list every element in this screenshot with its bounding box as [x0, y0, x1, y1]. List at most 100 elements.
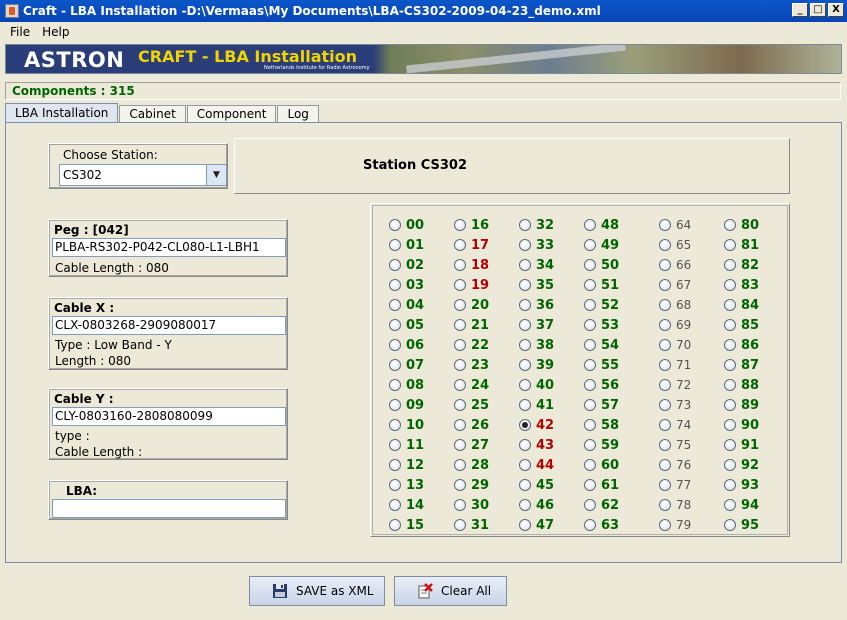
antenna-radio[interactable]	[389, 479, 401, 491]
antenna-radio[interactable]	[659, 299, 671, 311]
close-button[interactable]: X	[828, 3, 844, 17]
antenna-radio[interactable]	[584, 259, 596, 271]
antenna-option-81[interactable]: 81	[724, 235, 759, 255]
antenna-radio[interactable]	[659, 339, 671, 351]
antenna-radio[interactable]	[389, 439, 401, 451]
antenna-radio[interactable]	[389, 259, 401, 271]
antenna-radio[interactable]	[584, 219, 596, 231]
antenna-option-78[interactable]: 78	[659, 495, 691, 515]
antenna-option-87[interactable]: 87	[724, 355, 759, 375]
antenna-option-24[interactable]: 24	[454, 375, 489, 395]
antenna-radio[interactable]	[454, 419, 466, 431]
antenna-option-74[interactable]: 74	[659, 415, 691, 435]
antenna-option-90[interactable]: 90	[724, 415, 759, 435]
antenna-radio[interactable]	[584, 379, 596, 391]
antenna-radio[interactable]	[454, 319, 466, 331]
antenna-radio[interactable]	[584, 519, 596, 531]
antenna-radio[interactable]	[389, 499, 401, 511]
antenna-option-52[interactable]: 52	[584, 295, 619, 315]
antenna-option-73[interactable]: 73	[659, 395, 691, 415]
antenna-radio[interactable]	[724, 359, 736, 371]
antenna-option-93[interactable]: 93	[724, 475, 759, 495]
antenna-radio[interactable]	[724, 419, 736, 431]
antenna-radio[interactable]	[519, 419, 531, 431]
antenna-option-38[interactable]: 38	[519, 335, 554, 355]
antenna-option-03[interactable]: 03	[389, 275, 424, 295]
chevron-down-icon[interactable]: ▼	[206, 165, 226, 185]
antenna-option-00[interactable]: 00	[389, 215, 424, 235]
antenna-radio[interactable]	[519, 219, 531, 231]
antenna-radio[interactable]	[454, 519, 466, 531]
antenna-radio[interactable]	[659, 259, 671, 271]
antenna-radio[interactable]	[659, 399, 671, 411]
antenna-radio[interactable]	[454, 479, 466, 491]
antenna-option-02[interactable]: 02	[389, 255, 424, 275]
antenna-option-91[interactable]: 91	[724, 435, 759, 455]
clear-all-button[interactable]: Clear All	[394, 576, 507, 606]
antenna-radio[interactable]	[454, 379, 466, 391]
antenna-radio[interactable]	[454, 399, 466, 411]
antenna-radio[interactable]	[659, 219, 671, 231]
antenna-option-66[interactable]: 66	[659, 255, 691, 275]
antenna-radio[interactable]	[659, 379, 671, 391]
antenna-radio[interactable]	[389, 319, 401, 331]
antenna-radio[interactable]	[659, 359, 671, 371]
menu-help[interactable]: Help	[36, 25, 75, 39]
antenna-option-65[interactable]: 65	[659, 235, 691, 255]
antenna-option-75[interactable]: 75	[659, 435, 691, 455]
antenna-option-53[interactable]: 53	[584, 315, 619, 335]
antenna-option-49[interactable]: 49	[584, 235, 619, 255]
antenna-option-92[interactable]: 92	[724, 455, 759, 475]
antenna-option-48[interactable]: 48	[584, 215, 619, 235]
antenna-option-94[interactable]: 94	[724, 495, 759, 515]
antenna-radio[interactable]	[454, 279, 466, 291]
antenna-option-39[interactable]: 39	[519, 355, 554, 375]
antenna-option-34[interactable]: 34	[519, 255, 554, 275]
tab-lba-installation[interactable]: LBA Installation	[5, 103, 119, 123]
antenna-option-21[interactable]: 21	[454, 315, 489, 335]
antenna-radio[interactable]	[454, 459, 466, 471]
menu-file[interactable]: File	[4, 25, 36, 39]
antenna-radio[interactable]	[454, 359, 466, 371]
antenna-radio[interactable]	[724, 479, 736, 491]
antenna-option-13[interactable]: 13	[389, 475, 424, 495]
antenna-radio[interactable]	[724, 339, 736, 351]
antenna-option-55[interactable]: 55	[584, 355, 619, 375]
antenna-radio[interactable]	[584, 459, 596, 471]
antenna-radio[interactable]	[659, 319, 671, 331]
antenna-option-69[interactable]: 69	[659, 315, 691, 335]
antenna-option-64[interactable]: 64	[659, 215, 691, 235]
peg-field[interactable]: PLBA-RS302-P042-CL080-L1-LBH1	[52, 238, 286, 257]
antenna-option-80[interactable]: 80	[724, 215, 759, 235]
antenna-option-27[interactable]: 27	[454, 435, 489, 455]
save-xml-button[interactable]: SAVE as XML	[249, 576, 385, 606]
antenna-radio[interactable]	[519, 499, 531, 511]
antenna-radio[interactable]	[389, 239, 401, 251]
antenna-option-71[interactable]: 71	[659, 355, 691, 375]
antenna-option-30[interactable]: 30	[454, 495, 489, 515]
antenna-radio[interactable]	[724, 319, 736, 331]
antenna-radio[interactable]	[454, 219, 466, 231]
antenna-radio[interactable]	[519, 319, 531, 331]
antenna-radio[interactable]	[724, 459, 736, 471]
antenna-option-16[interactable]: 16	[454, 215, 489, 235]
antenna-option-06[interactable]: 06	[389, 335, 424, 355]
antenna-option-89[interactable]: 89	[724, 395, 759, 415]
antenna-option-14[interactable]: 14	[389, 495, 424, 515]
antenna-radio[interactable]	[659, 459, 671, 471]
antenna-option-84[interactable]: 84	[724, 295, 759, 315]
tab-component[interactable]: Component	[186, 105, 277, 123]
antenna-radio[interactable]	[389, 379, 401, 391]
antenna-radio[interactable]	[659, 439, 671, 451]
antenna-radio[interactable]	[389, 279, 401, 291]
antenna-option-20[interactable]: 20	[454, 295, 489, 315]
antenna-option-58[interactable]: 58	[584, 415, 619, 435]
antenna-radio[interactable]	[584, 359, 596, 371]
antenna-radio[interactable]	[454, 259, 466, 271]
antenna-option-12[interactable]: 12	[389, 455, 424, 475]
antenna-radio[interactable]	[724, 519, 736, 531]
antenna-radio[interactable]	[584, 299, 596, 311]
antenna-radio[interactable]	[584, 499, 596, 511]
antenna-radio[interactable]	[659, 279, 671, 291]
antenna-radio[interactable]	[724, 219, 736, 231]
